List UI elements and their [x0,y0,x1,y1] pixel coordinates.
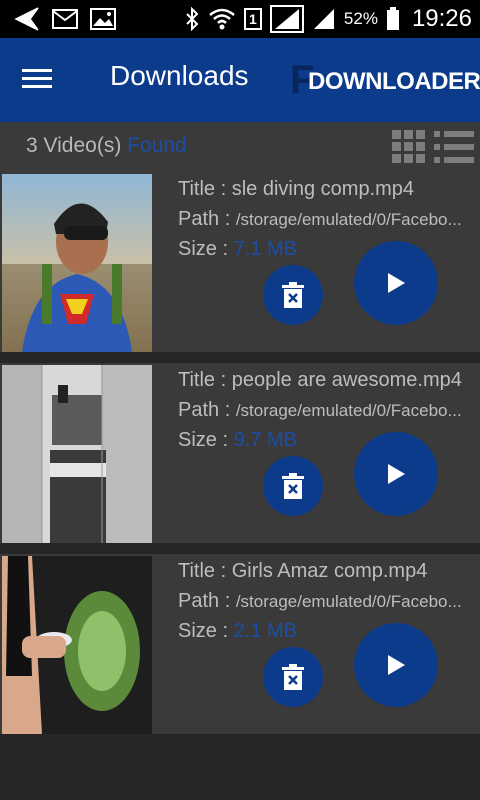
image-icon [90,8,116,30]
brand-logo: F DOWNLOADER [290,58,480,102]
video-size: 2.1 MB [233,620,297,642]
path-label: Path : [178,399,236,421]
hamburger-menu-icon[interactable] [22,64,56,94]
battery-icon [386,7,399,30]
video-title: sle diving comp.mp4 [231,178,415,200]
back-arrow-icon [14,7,39,31]
video-card[interactable]: Title : people are awesome.mp4 Path : /s… [0,363,480,543]
play-button[interactable] [354,623,438,707]
app-bar: Downloads F DOWNLOADER [0,38,480,122]
trash-icon [282,664,304,690]
delete-button[interactable] [263,647,323,707]
delete-button[interactable] [263,456,323,516]
video-thumbnail[interactable] [2,365,152,543]
grid-view-icon[interactable] [392,130,426,164]
trash-icon [282,473,304,499]
sim-slot-badge: 1 [243,8,262,30]
video-thumbnail[interactable] [2,174,152,352]
results-count: 3 Video(s) Found [26,134,187,158]
video-thumbnail[interactable] [2,556,152,734]
video-path: /storage/emulated/0/Facebo... [235,401,462,420]
title-label: Title : [178,369,232,391]
video-size: 7.1 MB [233,238,297,260]
size-label: Size : [178,620,234,642]
title-label: Title : [178,560,232,582]
video-path: /storage/emulated/0/Facebo... [235,210,462,229]
play-icon [388,464,405,484]
video-card[interactable]: Title : Girls Amaz comp.mp4 Path : /stor… [0,554,480,734]
path-label: Path : [178,208,236,230]
video-card[interactable]: Title : sle diving comp.mp4 Path : /stor… [0,172,480,352]
trash-icon [282,282,304,308]
play-icon [388,655,405,675]
video-size: 9.7 MB [233,429,297,451]
play-button[interactable] [354,432,438,516]
video-count-text: 3 Video(s) [26,134,122,157]
signal-icon [269,5,304,33]
status-right-icons: 1 52% 19:26 [184,0,472,38]
found-text: Found [127,134,187,157]
size-label: Size : [178,429,234,451]
clock: 19:26 [411,5,472,32]
video-title: people are awesome.mp4 [231,369,462,391]
play-button[interactable] [354,241,438,325]
title-label: Title : [178,178,232,200]
size-label: Size : [178,238,234,260]
video-path: /storage/emulated/0/Facebo... [235,592,462,611]
play-icon [388,273,405,293]
wifi-icon [209,8,235,30]
battery-percent: 52% [343,9,378,28]
mail-icon [52,9,78,29]
brand-text: DOWNLOADER [308,68,480,95]
signal-icon-2 [313,9,334,29]
path-label: Path : [178,590,236,612]
delete-button[interactable] [263,265,323,325]
bluetooth-icon [186,7,199,31]
page-title: Downloads [110,60,249,91]
status-left-icons [0,6,116,32]
status-bar: 1 52% 19:26 [0,0,480,38]
list-view-icon[interactable] [434,130,474,164]
video-title: Girls Amaz comp.mp4 [231,560,428,582]
